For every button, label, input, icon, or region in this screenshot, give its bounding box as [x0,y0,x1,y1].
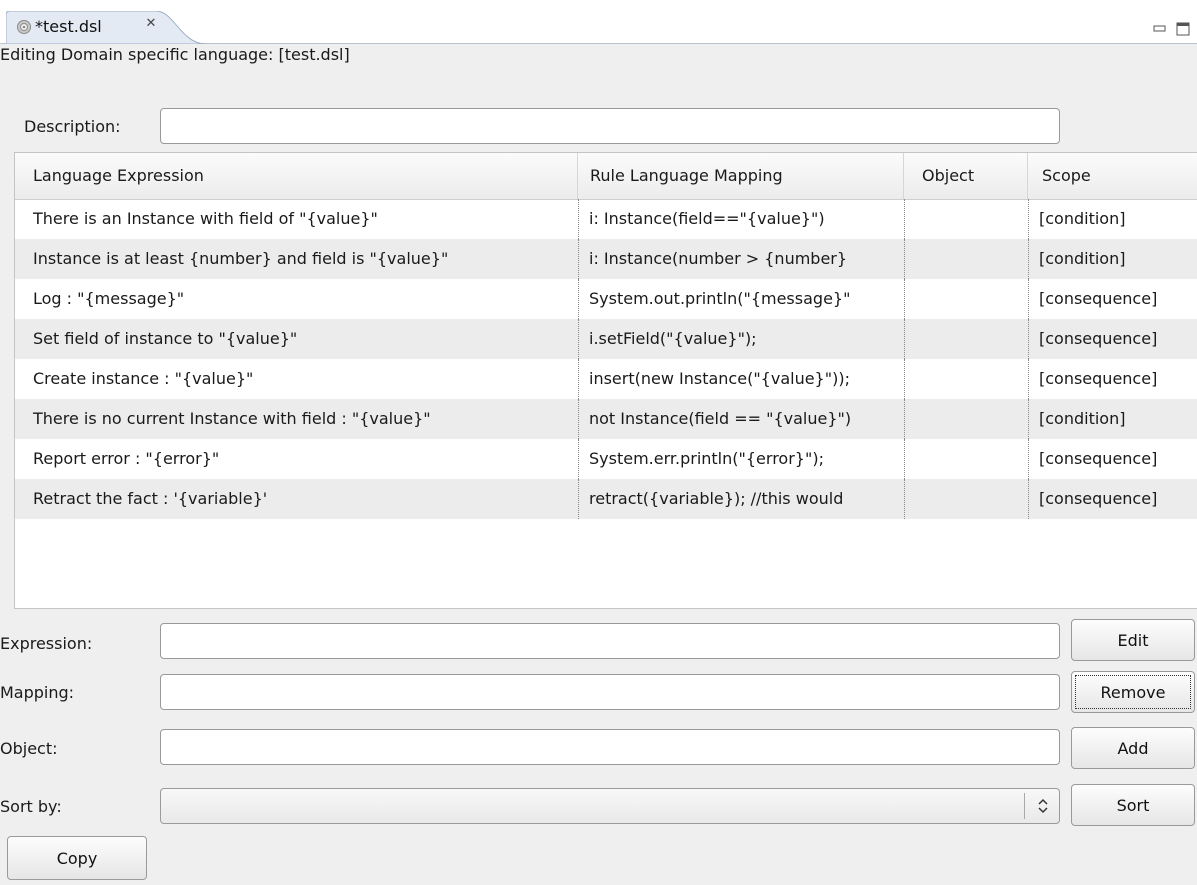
cell-rule-language-mapping: i: Instance(number > {number} [578,239,904,279]
cell-scope: [condition] [1028,199,1197,239]
column-header-object[interactable]: Object [904,153,1028,199]
copy-button[interactable]: Copy [7,836,147,880]
table-row[interactable]: There is no current Instance with field … [15,399,1197,439]
cell-language-expression: Instance is at least {number} and field … [33,249,449,268]
description-input[interactable] [160,108,1060,144]
cell-scope: [condition] [1028,239,1197,279]
cell-object [904,359,1028,399]
cell-object [904,399,1028,439]
table-row[interactable]: Retract the fact : '{variable}' retract({… [15,479,1197,519]
cell-language-expression: Log : "{message}" [33,289,185,308]
expression-label: Expression: [0,634,93,653]
cell-rule-language-mapping: i: Instance(field=="{value}") [578,199,904,239]
cell-rule-language-mapping: not Instance(field == "{value}") [578,399,904,439]
dsl-mapping-table[interactable]: Language Expression Rule Language Mappin… [14,152,1197,609]
cell-object [904,479,1028,519]
editor-title: Editing Domain specific language: [test.… [0,45,350,64]
table-row[interactable]: Instance is at least {number} and field … [15,239,1197,279]
column-header-rule-language-mapping[interactable]: Rule Language Mapping [578,153,904,199]
cell-language-expression: There is no current Instance with field … [33,409,431,428]
cell-scope: [consequence] [1028,319,1197,359]
column-header-scope[interactable]: Scope [1028,153,1197,199]
table-row[interactable]: Report error : "{error}" System.err.print… [15,439,1197,479]
column-header-language-expression[interactable]: Language Expression [15,153,578,199]
add-button[interactable]: Add [1071,727,1195,769]
expression-input[interactable] [160,623,1060,659]
cell-language-expression: Set field of instance to "{value}" [33,329,298,348]
cell-scope: [consequence] [1028,479,1197,519]
cell-language-expression: Report error : "{error}" [33,449,220,468]
cell-rule-language-mapping: i.setField("{value}"); [578,319,904,359]
cell-rule-language-mapping: System.err.println("{error}"); [578,439,904,479]
cell-language-expression: Create instance : "{value}" [33,369,254,388]
cell-language-expression: There is an Instance with field of "{val… [33,209,378,228]
sortby-label: Sort by: [0,797,62,816]
table-row[interactable]: There is an Instance with field of "{val… [15,199,1197,239]
mapping-label: Mapping: [0,683,75,702]
cell-object [904,239,1028,279]
gear-icon [17,20,31,34]
maximize-icon[interactable] [1176,22,1190,36]
remove-button-label: Remove [1100,682,1166,702]
sort-button[interactable]: Sort [1071,784,1195,826]
table-row[interactable]: Set field of instance to "{value}" i.setF… [15,319,1197,359]
cell-rule-language-mapping: insert(new Instance("{value}")); [578,359,904,399]
cell-scope: [consequence] [1028,439,1197,479]
updown-chevron-icon [1038,798,1048,814]
cell-object [904,319,1028,359]
mapping-input[interactable] [160,674,1060,710]
cell-object [904,439,1028,479]
table-header: Language Expression Rule Language Mappin… [15,153,1197,200]
table-row[interactable]: Log : "{message}" System.out.println("{me… [15,279,1197,319]
cell-rule-language-mapping: retract({variable}); //this would [578,479,904,519]
select-divider [1024,793,1025,819]
tab-test-dsl[interactable]: *test.dsl ✕ [6,11,206,44]
edit-button[interactable]: Edit [1071,619,1195,661]
sortby-select[interactable] [160,788,1060,824]
editor-tab-bar: *test.dsl ✕ [0,0,1197,44]
cell-scope: [condition] [1028,399,1197,439]
cell-rule-language-mapping: System.out.println("{message}" [578,279,904,319]
cell-object [904,279,1028,319]
cell-object [904,199,1028,239]
cell-scope: [consequence] [1028,279,1197,319]
object-input[interactable] [160,729,1060,765]
close-icon[interactable]: ✕ [144,17,158,31]
minimize-icon[interactable] [1153,24,1167,34]
cell-scope: [consequence] [1028,359,1197,399]
description-label: Description: [24,117,121,136]
object-label: Object: [0,739,58,758]
cell-language-expression: Retract the fact : '{variable}' [33,489,268,508]
tab-label: *test.dsl [35,17,102,36]
remove-button[interactable]: Remove [1071,671,1195,713]
table-row[interactable]: Create instance : "{value}" insert(new In… [15,359,1197,399]
